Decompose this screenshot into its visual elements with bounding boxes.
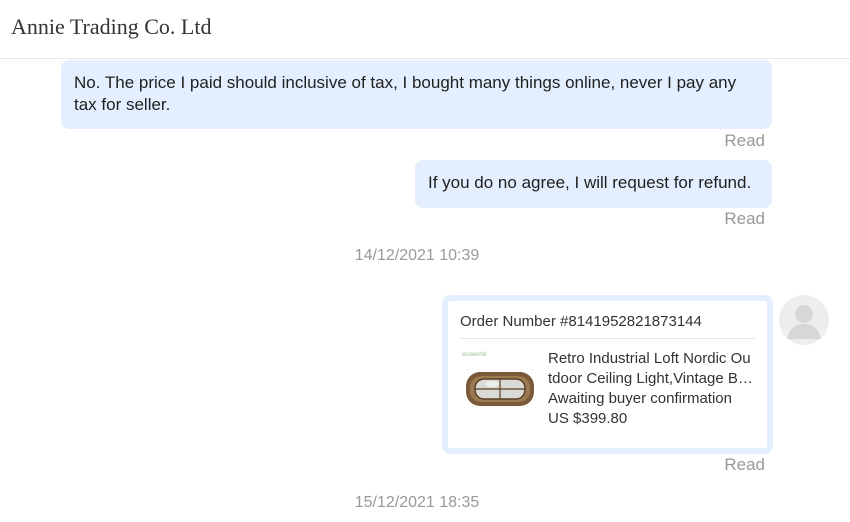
thumb-brand-logo: ecoworld — [462, 352, 487, 358]
message-timestamp: 15/12/2021 18:35 — [354, 494, 480, 511]
message-timestamp: 14/12/2021 10:39 — [354, 247, 480, 264]
user-avatar-icon[interactable] — [779, 295, 829, 345]
avatar-silhouette-icon — [779, 295, 829, 345]
order-number[interactable]: Order Number #8141952821873144 — [460, 313, 702, 330]
product-info[interactable]: Retro Industrial Loft Nordic Ou tdoor Ce… — [548, 349, 754, 429]
product-title-line: Retro Industrial Loft Nordic Ou — [548, 350, 751, 367]
message-text: No. The price I paid should inclusive of… — [74, 73, 737, 114]
read-status: Read — [724, 455, 765, 474]
message-text: If you do no agree, I will request for r… — [428, 173, 752, 192]
product-image[interactable]: ecoworld — [460, 350, 536, 426]
message-bubble: If you do no agree, I will request for r… — [415, 160, 772, 208]
product-title-line: tdoor Ceiling Light,Vintage B… — [548, 370, 753, 387]
order-card-body: Order Number #8141952821873144 ecoworld … — [448, 301, 767, 448]
order-card[interactable]: Order Number #8141952821873144 ecoworld … — [442, 295, 773, 454]
page-title: Annie Trading Co. Ltd — [11, 14, 212, 39]
order-price: US $399.80 — [548, 410, 628, 427]
read-status: Read — [724, 131, 765, 150]
divider — [460, 338, 755, 339]
message-bubble: No. The price I paid should inclusive of… — [61, 60, 772, 129]
chat-header: Annie Trading Co. Ltd — [0, 0, 850, 59]
order-status: Awaiting buyer confirmation — [548, 390, 732, 407]
ceiling-light-icon — [466, 372, 534, 406]
read-status: Read — [724, 209, 765, 228]
